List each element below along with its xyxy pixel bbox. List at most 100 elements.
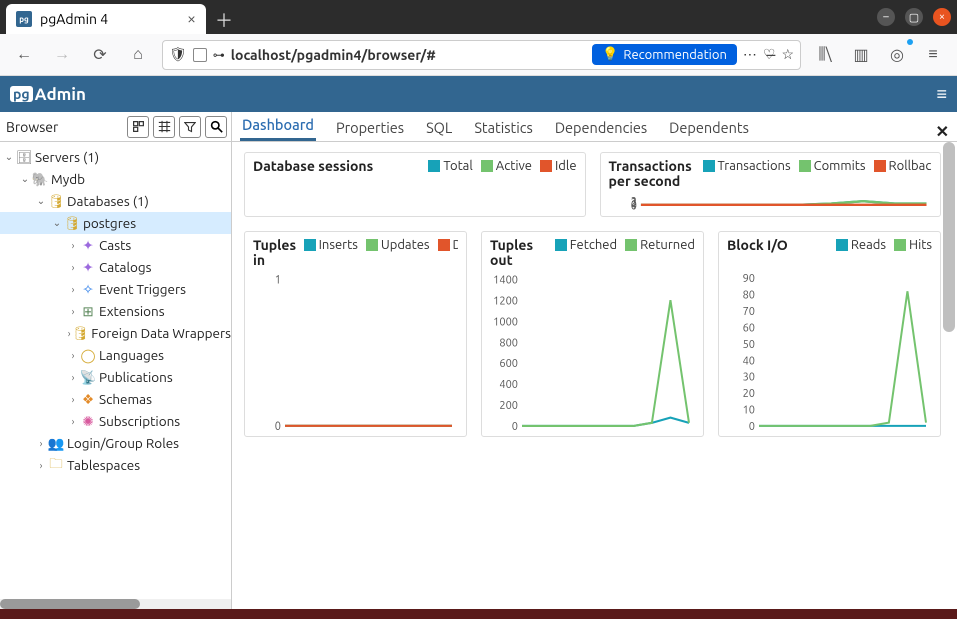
legend-label: Active <box>496 159 532 173</box>
tab-properties[interactable]: Properties <box>334 114 406 141</box>
url-menu-icon[interactable]: ⋯ <box>743 46 757 63</box>
tree-row-tablespaces[interactable]: › 🗀 Tablespaces <box>0 454 231 476</box>
chevron-right-icon[interactable]: › <box>66 262 80 273</box>
query-tool-button[interactable] <box>127 116 149 138</box>
tree-row-fdw[interactable]: › 🛢 Foreign Data Wrappers <box>0 322 231 344</box>
legend-swatch <box>894 239 906 251</box>
new-tab-button[interactable]: ＋ <box>210 6 238 34</box>
panel-sessions: Database sessions Total Active Idle 01 <box>244 152 586 217</box>
sidebar-toggle-icon[interactable]: ▥ <box>847 41 875 69</box>
dashboard-vertical-scrollbar[interactable] <box>943 142 955 609</box>
chevron-right-icon[interactable]: › <box>66 394 80 405</box>
elephant-icon: 🐘 <box>32 171 48 188</box>
library-icon[interactable]: ⫼\ <box>811 41 839 69</box>
view-data-button[interactable] <box>153 116 175 138</box>
window-minimize-button[interactable]: – <box>877 8 895 26</box>
tree-row-languages[interactable]: › ◯ Languages <box>0 344 231 366</box>
subscriptions-icon: ✺ <box>80 413 96 430</box>
account-icon[interactable]: ◎ <box>883 41 911 69</box>
connection-icon[interactable]: ⊶ <box>213 48 225 62</box>
window-maximize-button[interactable]: ▢ <box>905 8 923 26</box>
sidebar-toolbar <box>127 116 227 138</box>
svg-text:800: 800 <box>499 337 518 349</box>
tab-dashboard[interactable]: Dashboard <box>240 112 316 141</box>
nav-home-button[interactable]: ⌂ <box>124 41 152 69</box>
tree-label: Publications <box>99 369 173 385</box>
tree-row-databases[interactable]: ⌄ 🛢 Databases (1) <box>0 190 231 212</box>
tab-close-icon[interactable]: × <box>187 11 196 27</box>
sidebar-horizontal-scrollbar[interactable] <box>0 599 231 609</box>
url-bar[interactable]: 🛡 ⊶ localhost/pgadmin4/browser/# 💡 Recom… <box>162 40 801 70</box>
chevron-down-icon[interactable]: ⌄ <box>2 151 16 163</box>
schemas-icon: ❖ <box>80 391 96 408</box>
filter-button[interactable] <box>179 116 201 138</box>
app-menu-icon[interactable]: ≡ <box>919 41 947 69</box>
tree-row-login-roles[interactable]: › 👥 Login/Group Roles <box>0 432 231 454</box>
legend-swatch <box>366 239 378 251</box>
svg-text:1: 1 <box>275 273 281 286</box>
nav-reload-button[interactable]: ⟳ <box>86 41 114 69</box>
tree-row-mydb[interactable]: ⌄ 🐘 Mydb <box>0 168 231 190</box>
chevron-right-icon[interactable]: › <box>66 372 80 383</box>
svg-text:400: 400 <box>499 379 518 391</box>
chevron-right-icon[interactable]: › <box>66 240 80 251</box>
legend-swatch <box>555 239 567 251</box>
chevron-right-icon[interactable]: › <box>34 460 48 471</box>
chevron-right-icon[interactable]: › <box>66 350 80 361</box>
tree-row-schemas[interactable]: › ❖ Schemas <box>0 388 231 410</box>
tab-dependents[interactable]: Dependents <box>667 114 751 141</box>
browser-tabstrip: pg pgAdmin 4 × ＋ – ▢ × <box>0 0 957 34</box>
scrollbar-thumb[interactable] <box>0 599 140 609</box>
pgadmin-menu-icon[interactable]: ≡ <box>936 84 947 105</box>
tree-row-casts[interactable]: › ✦ Casts <box>0 234 231 256</box>
chevron-right-icon[interactable]: › <box>34 438 48 449</box>
browser-tab[interactable]: pg pgAdmin 4 × <box>6 4 206 34</box>
tree-row-catalogs[interactable]: › ✦ Catalogs <box>0 256 231 278</box>
panel-legend: Total Active Idle <box>428 159 576 173</box>
tab-statistics[interactable]: Statistics <box>472 114 535 141</box>
pgadmin-favicon: pg <box>16 11 32 27</box>
tree-label: Extensions <box>99 303 165 319</box>
scrollbar-thumb[interactable] <box>943 142 955 332</box>
tree-row-publications[interactable]: › 📡 Publications <box>0 366 231 388</box>
svg-text:80: 80 <box>743 289 755 301</box>
window-close-button[interactable]: × <box>933 8 951 26</box>
nav-back-button[interactable]: ← <box>10 41 38 69</box>
chevron-down-icon[interactable]: ⌄ <box>50 217 64 229</box>
legend-label: Returned <box>640 238 695 252</box>
bookmark-star-icon[interactable]: ☆ <box>781 46 794 63</box>
pgadmin-logo[interactable]: pgAdmin <box>10 85 86 104</box>
reader-mode-icon[interactable]: ♡̶ <box>763 46 776 63</box>
tab-close-button[interactable]: ✕ <box>936 122 949 141</box>
tree-row-postgres[interactable]: ⌄ 🛢 postgres <box>0 212 231 234</box>
page-info-icon[interactable] <box>193 48 207 62</box>
tree-row-event-triggers[interactable]: › ✧ Event Triggers <box>0 278 231 300</box>
tree-row-servers[interactable]: ⌄ 🗄 Servers (1) <box>0 146 231 168</box>
chevron-right-icon[interactable]: › <box>66 416 80 427</box>
chart-sessions: 01 <box>253 193 577 212</box>
svg-text:1: 1 <box>275 193 281 212</box>
tab-dependencies[interactable]: Dependencies <box>553 114 649 141</box>
chart-tuples-in: 01 <box>253 273 458 432</box>
svg-text:0: 0 <box>275 419 281 431</box>
panel-legend: Fetched Returned <box>555 238 695 252</box>
sidebar-title: Browser <box>4 119 58 135</box>
chevron-right-icon[interactable]: › <box>66 284 80 295</box>
object-tree[interactable]: ⌄ 🗄 Servers (1) ⌄ 🐘 Mydb ⌄ 🛢 Databases (… <box>0 142 231 599</box>
chevron-right-icon[interactable]: › <box>66 306 80 317</box>
nav-forward-button[interactable]: → <box>48 41 76 69</box>
search-button[interactable] <box>205 116 227 138</box>
tab-sql[interactable]: SQL <box>424 114 454 141</box>
panel-title: Block I/O <box>727 238 788 253</box>
legend-swatch <box>625 239 637 251</box>
recommendation-button[interactable]: 💡 Recommendation <box>592 44 737 65</box>
legend-swatch <box>703 160 715 172</box>
chevron-down-icon[interactable]: ⌄ <box>34 195 48 207</box>
panel-title: Database sessions <box>253 159 373 174</box>
tree-row-extensions[interactable]: › ⊞ Extensions <box>0 300 231 322</box>
roles-icon: 👥 <box>48 435 64 452</box>
event-triggers-icon: ✧ <box>80 281 96 298</box>
shield-icon[interactable]: 🛡 <box>169 46 187 63</box>
tree-row-subscriptions[interactable]: › ✺ Subscriptions <box>0 410 231 432</box>
chevron-down-icon[interactable]: ⌄ <box>18 173 32 185</box>
